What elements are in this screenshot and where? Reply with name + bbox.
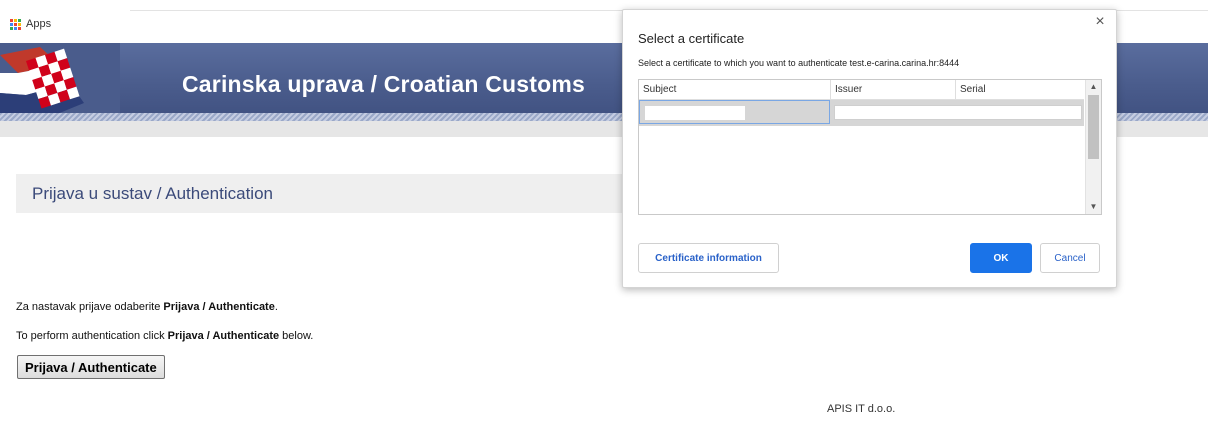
instruction-croatian-bold: Prijava / Authenticate <box>163 301 275 313</box>
croatian-checkerboard-flag-icon <box>0 43 120 121</box>
apps-label: Apps <box>26 18 52 30</box>
instruction-croatian-suffix: . <box>274 301 278 313</box>
select-certificate-dialog: Select a certificate × Select a certific… <box>622 9 1117 288</box>
dialog-title: Select a certificate <box>638 31 745 46</box>
certificate-table: Subject Issuer Serial ▲ ▼ <box>638 79 1102 215</box>
column-header-issuer[interactable]: Issuer <box>831 80 956 99</box>
close-icon[interactable]: × <box>1092 14 1108 30</box>
instruction-croatian-prefix: Za nastavak prijave odaberite <box>16 301 164 313</box>
scroll-up-icon[interactable]: ▲ <box>1086 80 1101 94</box>
certificate-information-button[interactable]: Certificate information <box>638 243 779 273</box>
instruction-english-suffix: below. <box>279 330 314 342</box>
scroll-down-icon[interactable]: ▼ <box>1086 200 1101 214</box>
instruction-english: To perform authentication click Prijava … <box>16 330 313 342</box>
apps-bookmark[interactable]: Apps <box>10 18 51 30</box>
cancel-button[interactable]: Cancel <box>1040 243 1100 273</box>
footer-company: APIS IT d.o.o. <box>827 403 896 415</box>
table-header: Subject Issuer Serial <box>639 80 1084 100</box>
apps-grid-icon <box>10 18 21 30</box>
table-scrollbar[interactable]: ▲ ▼ <box>1085 80 1101 214</box>
ok-button[interactable]: OK <box>970 243 1032 273</box>
scroll-thumb[interactable] <box>1088 95 1099 159</box>
site-title: Carinska uprava / Croatian Customs <box>182 71 586 97</box>
redacted-subject <box>645 106 745 120</box>
subject-cell[interactable] <box>639 100 830 124</box>
instruction-english-prefix: To perform authentication click <box>16 330 168 342</box>
instruction-croatian: Za nastavak prijave odaberite Prijava / … <box>16 301 278 313</box>
section-header: Prijava u sustav / Authentication <box>16 174 636 213</box>
page-title: Prijava u sustav / Authentication <box>32 184 273 203</box>
column-header-serial[interactable]: Serial <box>956 80 1084 99</box>
authenticate-button[interactable]: Prijava / Authenticate <box>17 355 165 379</box>
instruction-english-bold: Prijava / Authenticate <box>167 330 280 342</box>
column-header-subject[interactable]: Subject <box>639 80 831 99</box>
table-row[interactable] <box>639 100 1084 126</box>
dialog-subtitle: Select a certificate to which you want t… <box>638 58 960 68</box>
redacted-issuer-serial <box>834 105 1082 120</box>
